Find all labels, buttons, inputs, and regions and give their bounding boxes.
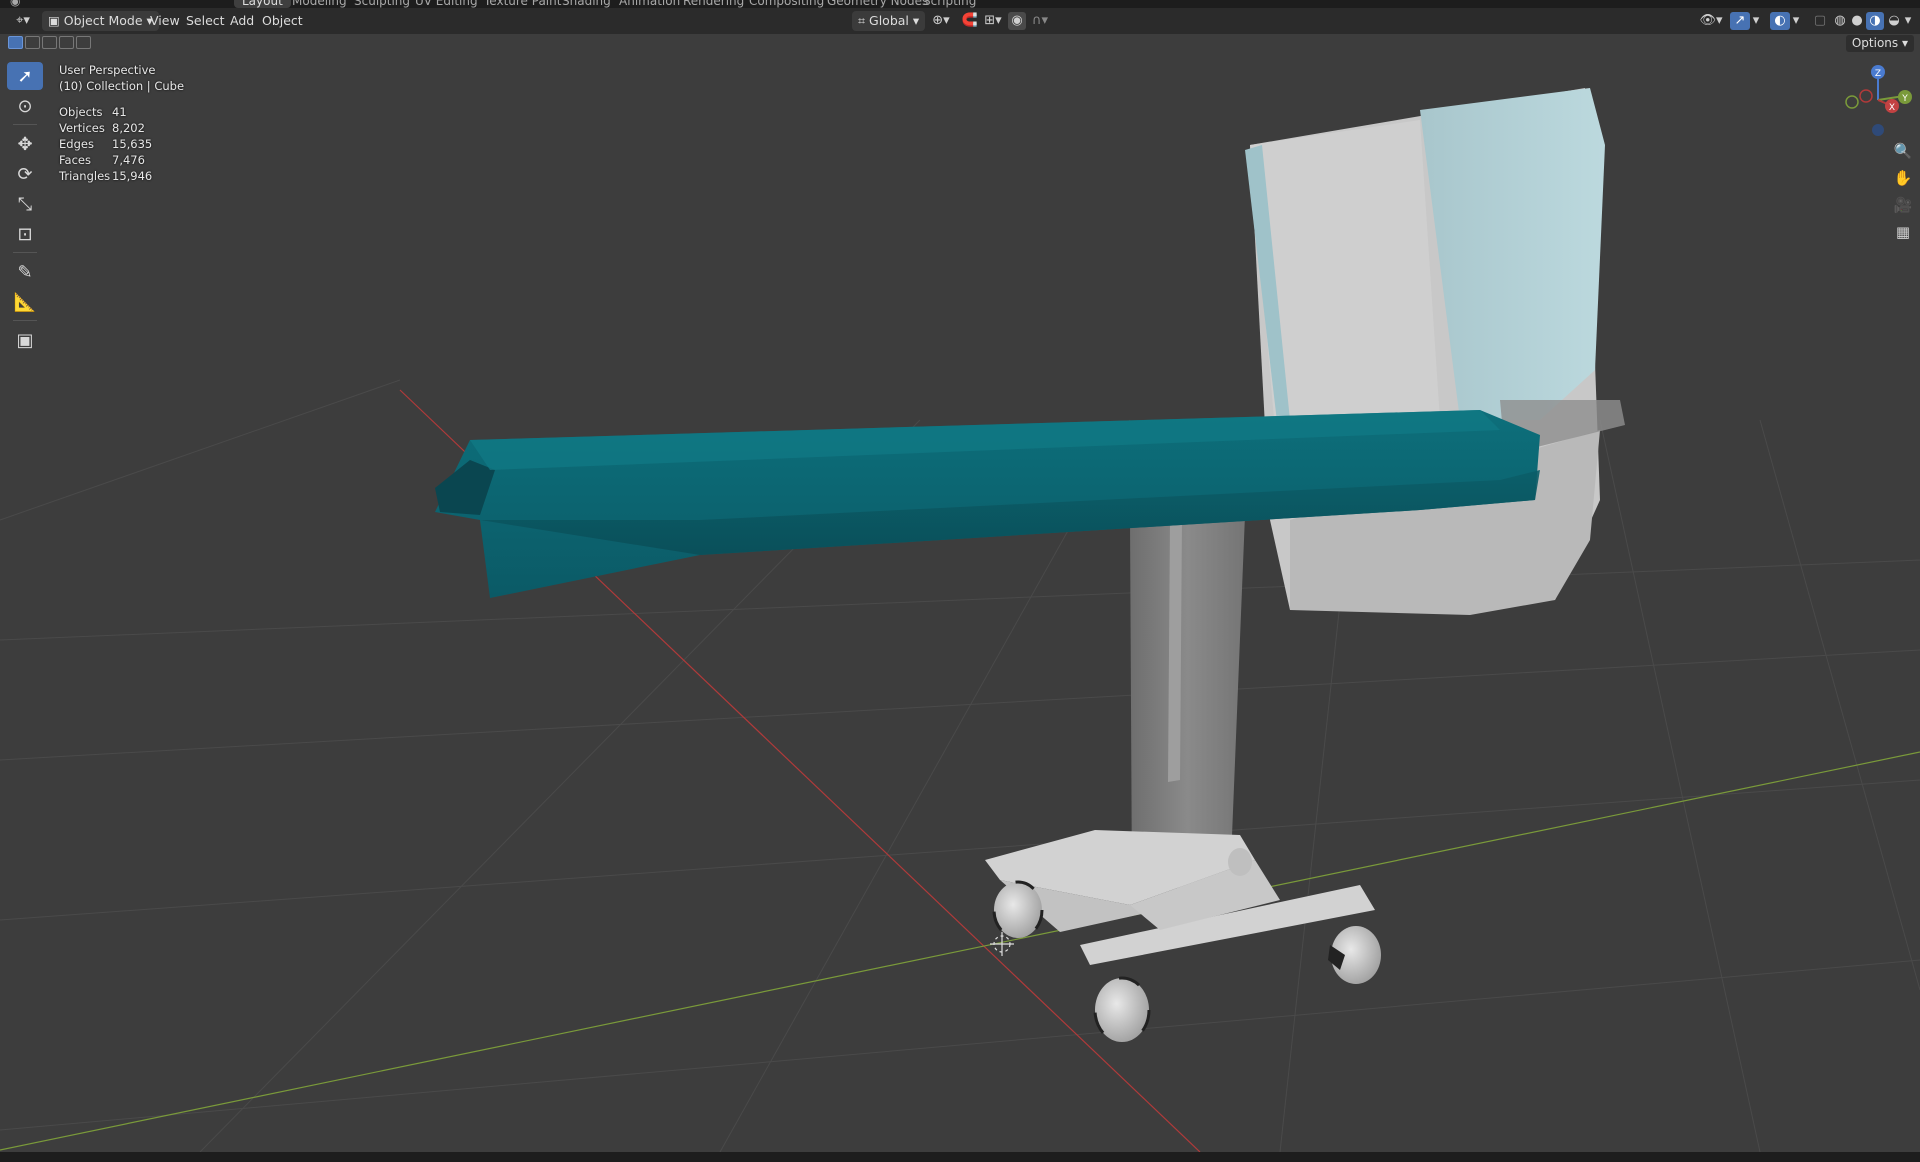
stat-row: Faces 7,476	[59, 152, 152, 168]
tab-rendering[interactable]: Rendering	[683, 0, 744, 8]
xray-icon[interactable]: ▢	[1812, 12, 1828, 30]
tab-compositing[interactable]: Compositing	[749, 0, 824, 8]
stat-row: Vertices 8,202	[59, 120, 152, 136]
menu-add[interactable]: Add	[230, 11, 254, 31]
gizmo-dropdown-icon[interactable]: ▾	[1750, 12, 1762, 30]
gizmo-y-label: Y	[1901, 94, 1908, 104]
pan-hand-icon[interactable]: ✋	[1890, 166, 1916, 190]
stat-row: Objects 41	[59, 104, 152, 120]
move-tool-icon[interactable]: ✥	[7, 130, 43, 158]
tab-texture-paint[interactable]: Texture Paint	[484, 0, 561, 8]
add-cube-tool-icon[interactable]: ▣	[7, 326, 43, 354]
tab-uv-editing[interactable]: UV Editing	[415, 0, 478, 8]
pivot-point-icon[interactable]: ⊕▾	[928, 12, 954, 30]
transform-orientation-dropdown[interactable]: ⌗ Global ▾	[852, 11, 926, 31]
shading-dropdown-icon[interactable]: ▾	[1902, 12, 1914, 30]
options-dropdown[interactable]: Options ▾	[1845, 35, 1914, 52]
overlays-dropdown-icon[interactable]: ▾	[1790, 12, 1802, 30]
base	[985, 830, 1375, 965]
object-mode-icon: ▣	[48, 13, 64, 28]
viewport-header: ⌖▾ ▣ Object Mode ▾ View Select Add Objec…	[0, 8, 1920, 34]
options-label: Options	[1851, 36, 1899, 50]
select-subtract-icon[interactable]	[42, 36, 57, 49]
status-bar	[0, 1152, 1920, 1162]
stat-value: 7,476	[112, 153, 145, 167]
blender-logo-icon[interactable]: ◉	[10, 0, 20, 8]
stat-value: 15,635	[112, 137, 153, 151]
shading-rendered-icon[interactable]: ◒	[1886, 12, 1902, 30]
select-extend-icon[interactable]	[25, 36, 40, 49]
toolbar-separator	[13, 252, 37, 253]
transform-tool-icon[interactable]: ⊡	[7, 220, 43, 248]
menu-select[interactable]: Select	[186, 11, 225, 31]
tool-settings-bar: Options ▾	[0, 34, 1920, 52]
stat-label: Faces	[59, 153, 91, 167]
tab-geometry-nodes[interactable]: Geometry Nodes	[827, 0, 928, 8]
tab-scripting[interactable]: Scripting	[923, 0, 976, 8]
proportional-edit-icon[interactable]: ◉	[1008, 12, 1026, 30]
tab-sculpting[interactable]: Sculpting	[354, 0, 410, 8]
ortho-grid-icon[interactable]: ▦	[1890, 220, 1916, 244]
toolbar-separator	[13, 124, 37, 125]
stat-label: Edges	[59, 137, 94, 151]
backrest	[1245, 88, 1625, 615]
gizmo-toggle-icon[interactable]: ↗	[1730, 12, 1750, 30]
select-intersect-icon[interactable]	[76, 36, 91, 49]
camera-view-icon[interactable]: 🎥	[1890, 193, 1916, 217]
toolbar-separator	[13, 320, 37, 321]
viewport-overlay-info: User Perspective (10) Collection | Cube	[59, 62, 184, 94]
tab-shading[interactable]: Shading	[562, 0, 611, 8]
shading-material-icon[interactable]: ◑	[1866, 12, 1884, 30]
viewport-3d[interactable]: Z Y X	[0, 52, 1920, 1152]
overlays-toggle-icon[interactable]: ◐	[1770, 12, 1790, 30]
select-invert-icon[interactable]	[59, 36, 74, 49]
scale-tool-icon[interactable]: ⤡	[7, 190, 43, 218]
cursor-tool-icon[interactable]: ⊙	[7, 92, 43, 120]
scene-statistics: Objects 41 Vertices 8,202 Edges 15,635 Face…	[59, 104, 152, 184]
shading-wireframe-icon[interactable]: ◍	[1832, 12, 1848, 30]
tab-animation[interactable]: Animation	[619, 0, 680, 8]
orientation-icon: ⌗	[858, 13, 870, 28]
mode-label: Object Mode	[63, 13, 143, 28]
select-box-tool-icon[interactable]: ➚	[7, 62, 43, 90]
navigation-gizmo: Z Y X	[1845, 65, 1912, 136]
gizmo-z-label: Z	[1875, 69, 1881, 79]
shading-solid-icon[interactable]: ●	[1849, 12, 1865, 30]
mode-dropdown[interactable]: ▣ Object Mode ▾	[42, 11, 159, 31]
measure-tool-icon[interactable]: 📐	[7, 288, 43, 316]
gizmo-x-label: X	[1889, 103, 1895, 113]
zoom-icon[interactable]: 🔍	[1890, 139, 1916, 163]
rotate-tool-icon[interactable]: ⟳	[7, 160, 43, 188]
stat-label: Objects	[59, 105, 103, 119]
menu-view[interactable]: View	[150, 11, 180, 31]
falloff-icon[interactable]: ∩▾	[1028, 12, 1052, 30]
view-name: User Perspective	[59, 63, 156, 77]
snap-icon[interactable]: 🧲	[960, 12, 980, 30]
stat-label: Vertices	[59, 121, 105, 135]
y-axis-line	[0, 751, 1920, 1151]
snap-target-icon[interactable]: ⊞▾	[980, 12, 1006, 30]
stat-value: 41	[112, 105, 127, 119]
menu-object[interactable]: Object	[262, 11, 303, 31]
tab-layout[interactable]: Layout	[234, 0, 291, 8]
visibility-icon[interactable]: 👁▾	[1698, 12, 1724, 30]
stat-row: Edges 15,635	[59, 136, 152, 152]
annotate-tool-icon[interactable]: ✎	[7, 258, 43, 286]
select-new-icon[interactable]	[8, 36, 23, 49]
stat-value: 15,946	[112, 169, 153, 183]
orientation-label: Global	[869, 13, 909, 28]
stat-label: Triangles	[59, 169, 111, 183]
stat-row: Triangles 15,946	[59, 168, 152, 184]
active-collection: (10) Collection | Cube	[59, 79, 185, 93]
editor-type-icon[interactable]: ⌖▾	[10, 12, 36, 30]
workspace-tabs-bar: ◉ Layout Modeling Sculpting UV Editing T…	[0, 0, 1920, 8]
stat-value: 8,202	[112, 121, 145, 135]
tab-modeling[interactable]: Modeling	[292, 0, 347, 8]
